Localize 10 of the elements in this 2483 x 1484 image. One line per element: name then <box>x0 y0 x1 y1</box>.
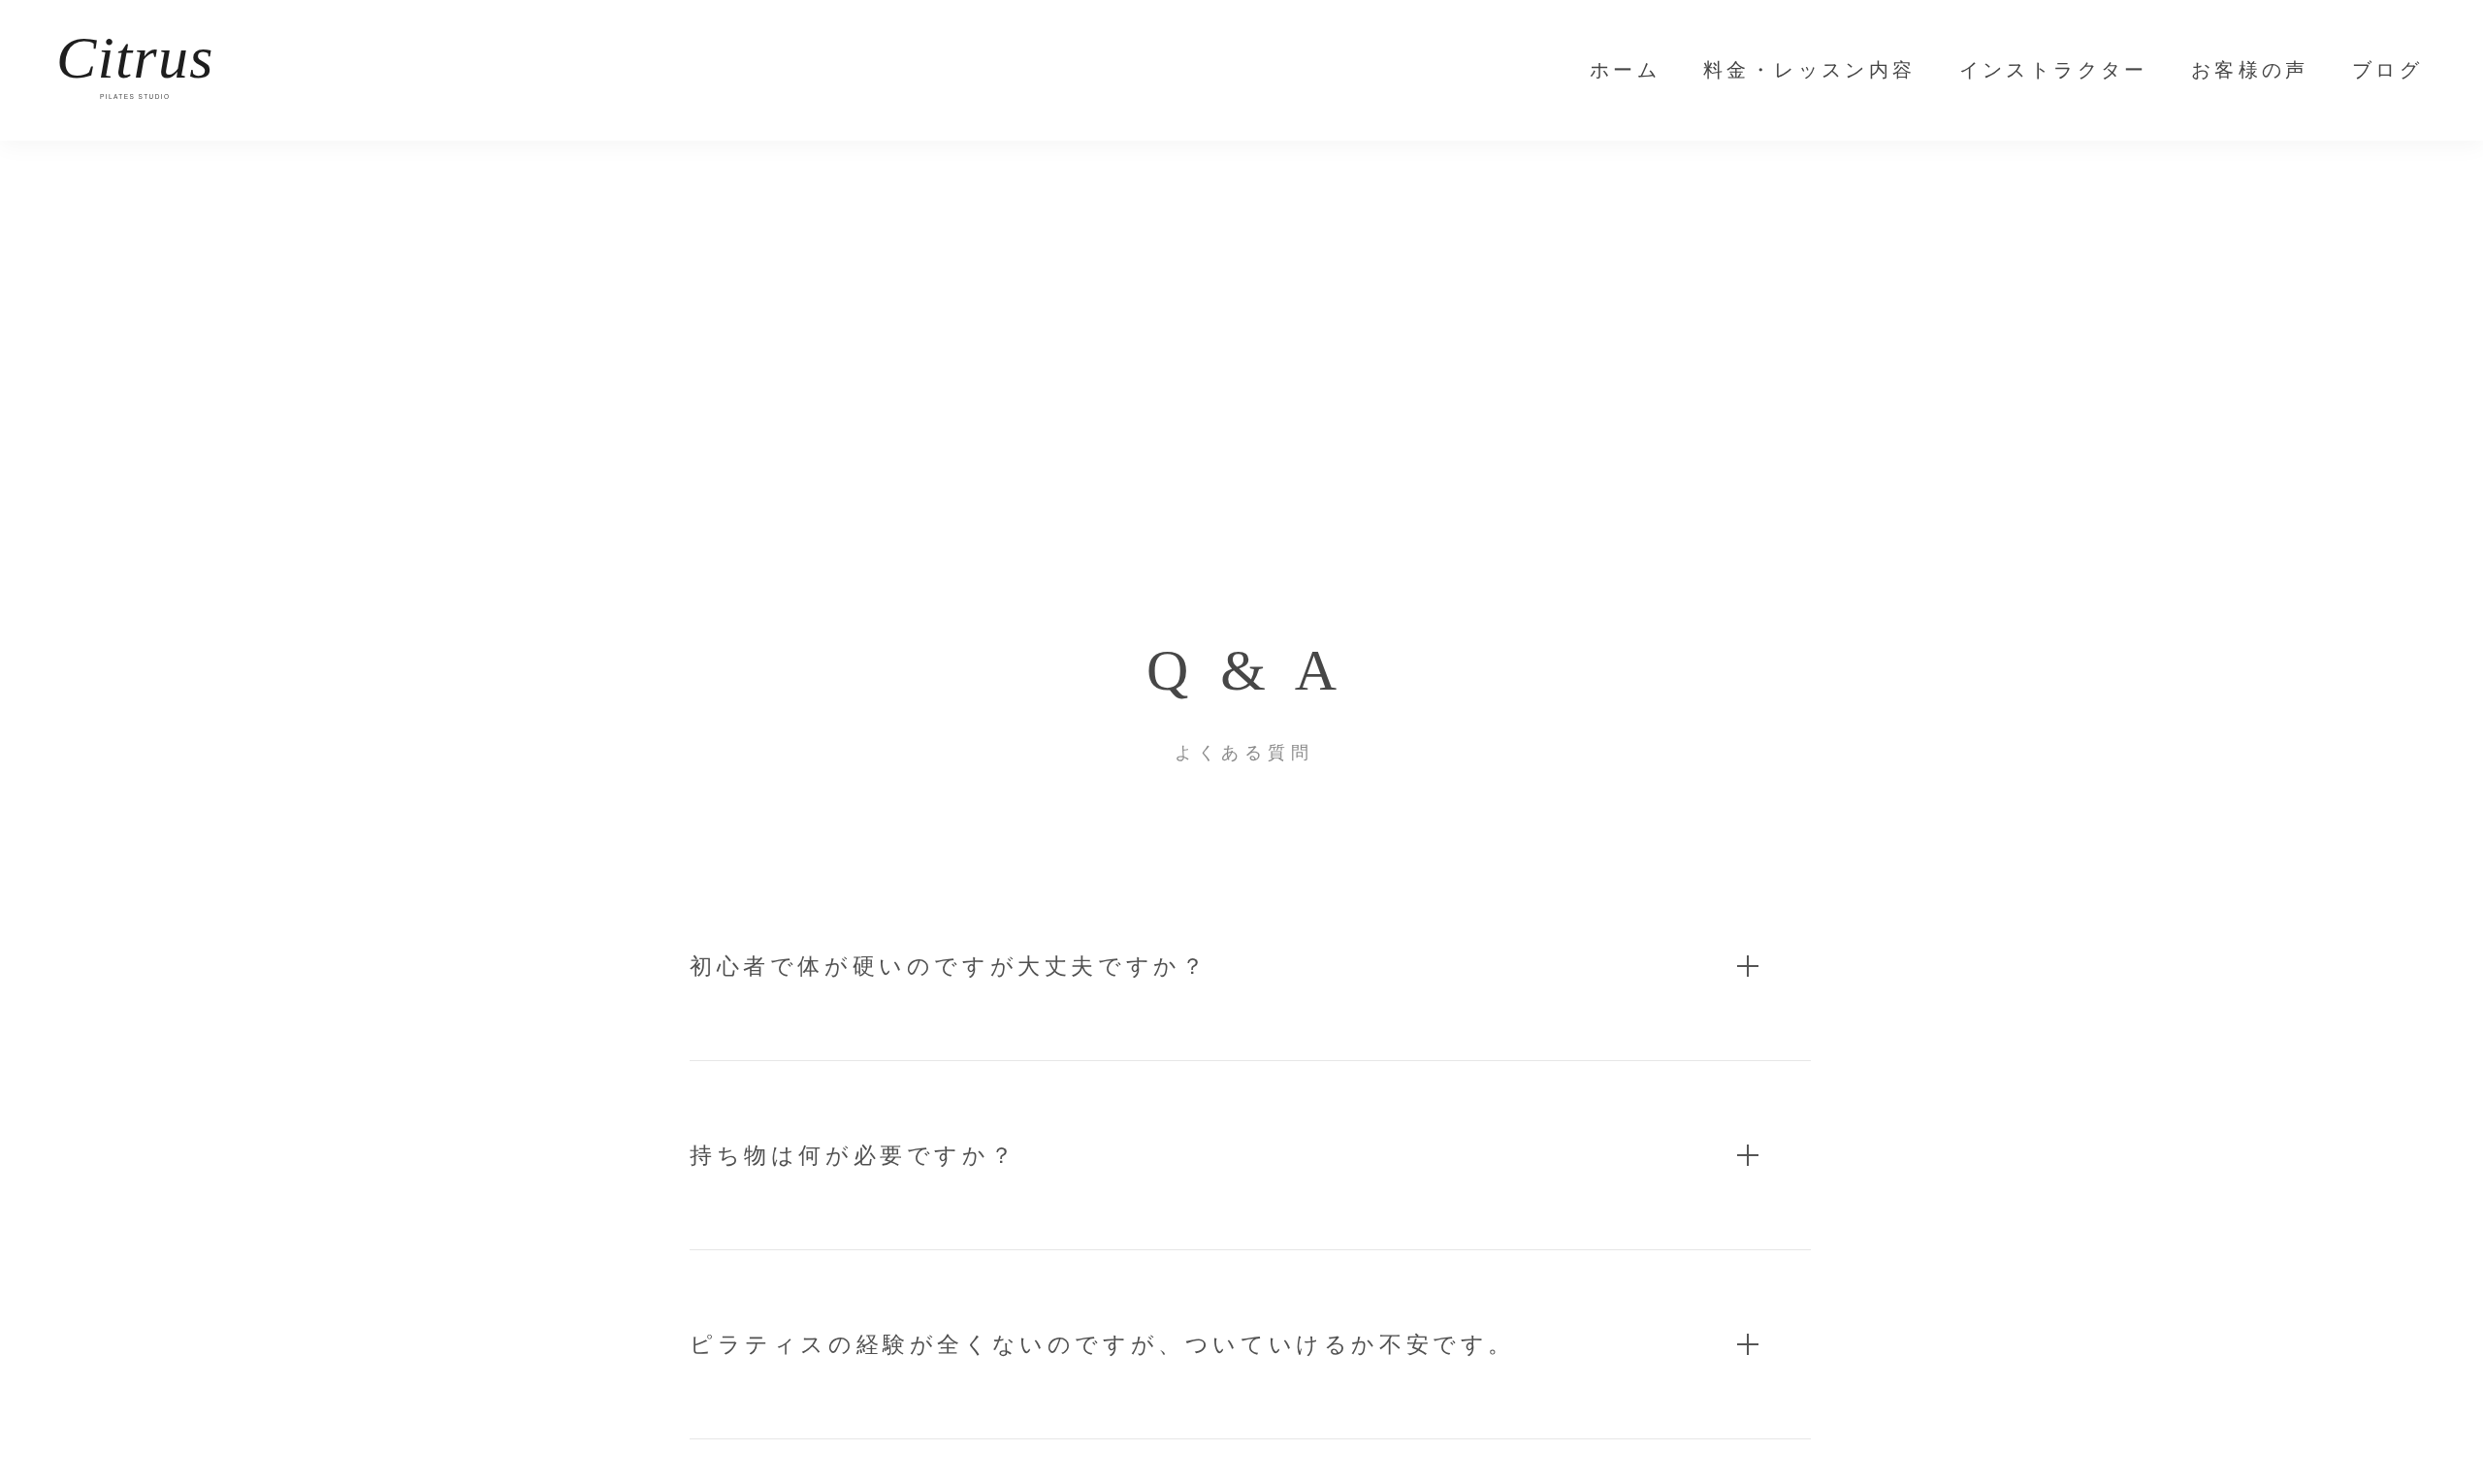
faq-question[interactable]: 初心者で体が硬いのですが大丈夫ですか？ <box>690 872 1811 1060</box>
nav-link[interactable]: ブログ <box>2351 57 2423 83</box>
section-subtitle: よくある質問 <box>1174 741 1314 764</box>
nav-link[interactable]: 料金・レッスン内容 <box>1703 57 1917 83</box>
faq-question[interactable]: 持ち物は何が必要ですか？ <box>690 1061 1811 1249</box>
section-title: Q & A <box>1145 637 1345 704</box>
nav-link[interactable]: インストラクター <box>1958 57 2148 83</box>
nav-link[interactable]: ホーム <box>1589 57 1661 83</box>
nav-link[interactable]: お客様の声 <box>2190 57 2309 83</box>
faq-question[interactable]: ピラティスの経験が全くないのですが、ついていけるか不安です。 <box>690 1250 1811 1438</box>
